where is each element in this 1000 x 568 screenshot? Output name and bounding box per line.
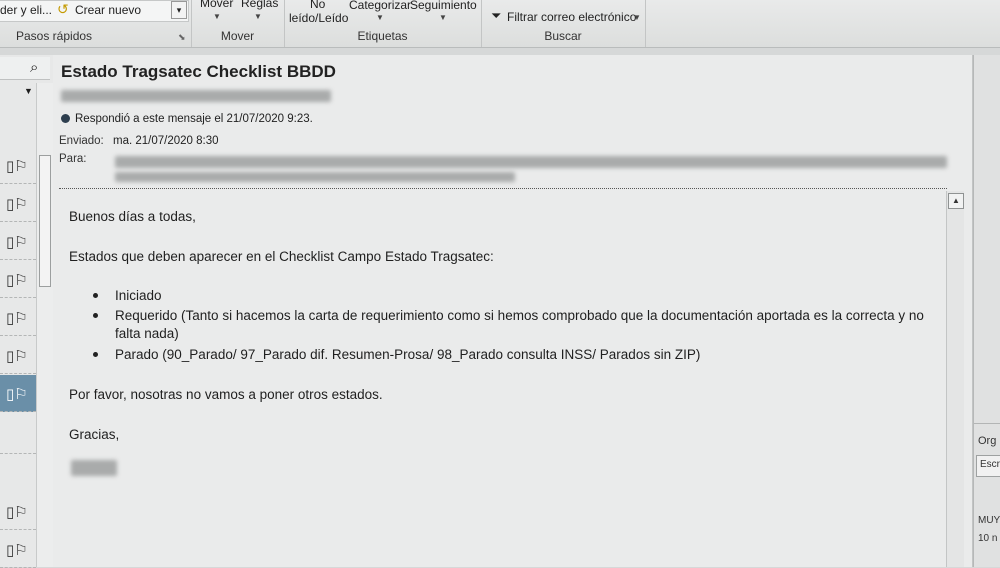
list-item[interactable]: ▯⚐ [0, 493, 36, 530]
bullet [93, 352, 98, 357]
unread-read-button-line2[interactable]: leído/Leído [289, 11, 348, 25]
rail-text-escr: Escr [980, 459, 1000, 470]
search-box[interactable]: ⌕ [0, 57, 50, 80]
ribbon-group-move: Mover ▼ Reglas ▼ Mover [191, 0, 285, 47]
body-scrollbar[interactable]: ▲ [946, 191, 964, 567]
message-list-strip: ⌕ ▼ ▲ ▯⚐ ▯⚐ ▯⚐ ▯⚐ ▯⚐ ▯⚐ ▯⚐ ▯⚐ ▯⚐ [0, 55, 54, 568]
unread-read-button-line1[interactable]: No [310, 0, 325, 11]
quick-step-reply-delete[interactable]: der y eli... [0, 3, 52, 17]
list-item[interactable] [0, 413, 36, 454]
filter-dropdown-icon[interactable]: ▼ [633, 13, 641, 22]
group-label-quick-steps: Pasos rápidos [16, 29, 93, 43]
sent-value: ma. 21/07/2020 8:30 [113, 135, 219, 147]
rules-button[interactable]: Reglas [241, 0, 278, 10]
list-item-selected[interactable]: ▯⚐ [0, 375, 36, 412]
replied-notice-text: Respondió a este mensaje el 21/07/2020 9… [75, 113, 313, 125]
rail-text-org[interactable]: Org [978, 435, 996, 447]
list-item: Parado (90_Parado/ 97_Parado dif. Resume… [115, 347, 701, 362]
scroll-thumb[interactable] [39, 155, 51, 287]
followup-dropdown-icon[interactable]: ▼ [439, 13, 447, 22]
rail-text-muy: MUY [978, 515, 1000, 526]
filter-email-button[interactable]: Filtrar correo electrónico [507, 10, 636, 24]
mail-flag-icon: ▯⚐ [6, 233, 28, 251]
bullet [93, 293, 98, 298]
intro-line: Estados que deben aparecer en el Checkli… [69, 249, 494, 264]
list-item[interactable]: ▯⚐ [0, 531, 36, 568]
right-rail: Org Escr MUY 10 n [973, 55, 1000, 567]
group-label-move: Mover [220, 29, 255, 43]
quick-steps-more-button[interactable]: ▾ [171, 1, 187, 19]
ribbon-group-find: ⏷ Filtrar correo electrónico ▼ Buscar [481, 0, 646, 47]
header-separator [59, 188, 947, 189]
replied-info-icon [61, 114, 70, 123]
categorize-button[interactable]: Categorizar [349, 0, 411, 12]
list-item[interactable]: ▯⚐ [0, 147, 36, 184]
list-item[interactable]: ▯⚐ [0, 223, 36, 260]
rail-divider [974, 423, 1000, 424]
rules-dropdown-icon[interactable]: ▼ [254, 12, 262, 21]
group-label-tags: Etiquetas [357, 29, 408, 43]
mail-flag-icon: ▯⚐ [6, 503, 28, 521]
bullet [93, 313, 98, 318]
funnel-icon: ⏷ [491, 9, 502, 24]
list-item[interactable]: ▯⚐ [0, 261, 36, 298]
message-subject: Estado Tragsatec Checklist BBDD [61, 62, 336, 81]
quick-step-create-new[interactable]: Crear nuevo [75, 3, 141, 17]
list-item[interactable]: ▯⚐ [0, 337, 36, 374]
scroll-up-arrow-icon[interactable]: ▲ [948, 193, 964, 209]
list-item: Requerido (Tanto si hacemos la carta de … [115, 308, 924, 341]
closing-line: Gracias, [69, 427, 120, 442]
note-line: Por favor, nosotras no vamos a poner otr… [69, 387, 383, 402]
to-label: Para: [59, 153, 87, 165]
ribbon-group-tags: No leído/Leído Categorizar ▼ Seguimiento… [284, 0, 482, 47]
quick-step-icon: ↺ [57, 1, 69, 17]
search-icon[interactable]: ⌕ [30, 58, 38, 76]
mail-flag-icon: ▯⚐ [6, 385, 28, 403]
ribbon: der y eli... ↺ Crear nuevo ▾ Pasos rápid… [0, 0, 1000, 48]
sender-redacted [61, 90, 331, 102]
recipients-redacted [115, 156, 947, 168]
move-dropdown-icon[interactable]: ▼ [213, 12, 221, 21]
mail-flag-icon: ▯⚐ [6, 347, 28, 365]
list-item: Iniciado [115, 288, 162, 303]
greeting: Buenos días a todas, [69, 209, 196, 224]
signature-redacted [71, 460, 117, 476]
recipients-redacted-line2 [115, 172, 515, 182]
mail-flag-icon: ▯⚐ [6, 271, 28, 289]
sort-dropdown-icon[interactable]: ▼ [24, 86, 33, 96]
mail-flag-icon: ▯⚐ [6, 157, 28, 175]
move-button[interactable]: Mover [200, 0, 233, 10]
categorize-dropdown-icon[interactable]: ▼ [376, 13, 384, 22]
sent-label: Enviado: [59, 135, 104, 147]
ribbon-group-quick-steps: der y eli... ↺ Crear nuevo ▾ Pasos rápid… [0, 0, 192, 47]
rail-text-10n: 10 n [978, 533, 998, 544]
list-item[interactable]: ▯⚐ [0, 299, 36, 336]
followup-button[interactable]: Seguimiento [410, 0, 477, 12]
group-label-find: Buscar [544, 29, 582, 43]
mail-flag-icon: ▯⚐ [6, 309, 28, 327]
list-item[interactable]: ▯⚐ [0, 185, 36, 222]
mail-flag-icon: ▯⚐ [6, 541, 28, 559]
rail-input-box[interactable]: Escr [976, 455, 1000, 477]
reading-pane: ▲ Estado Tragsatec Checklist BBDD Respon… [53, 55, 989, 567]
dialog-launcher-icon[interactable]: ⬊ [178, 32, 186, 43]
mail-flag-icon: ▯⚐ [6, 195, 28, 213]
replied-notice: Respondió a este mensaje el 21/07/2020 9… [61, 113, 313, 125]
